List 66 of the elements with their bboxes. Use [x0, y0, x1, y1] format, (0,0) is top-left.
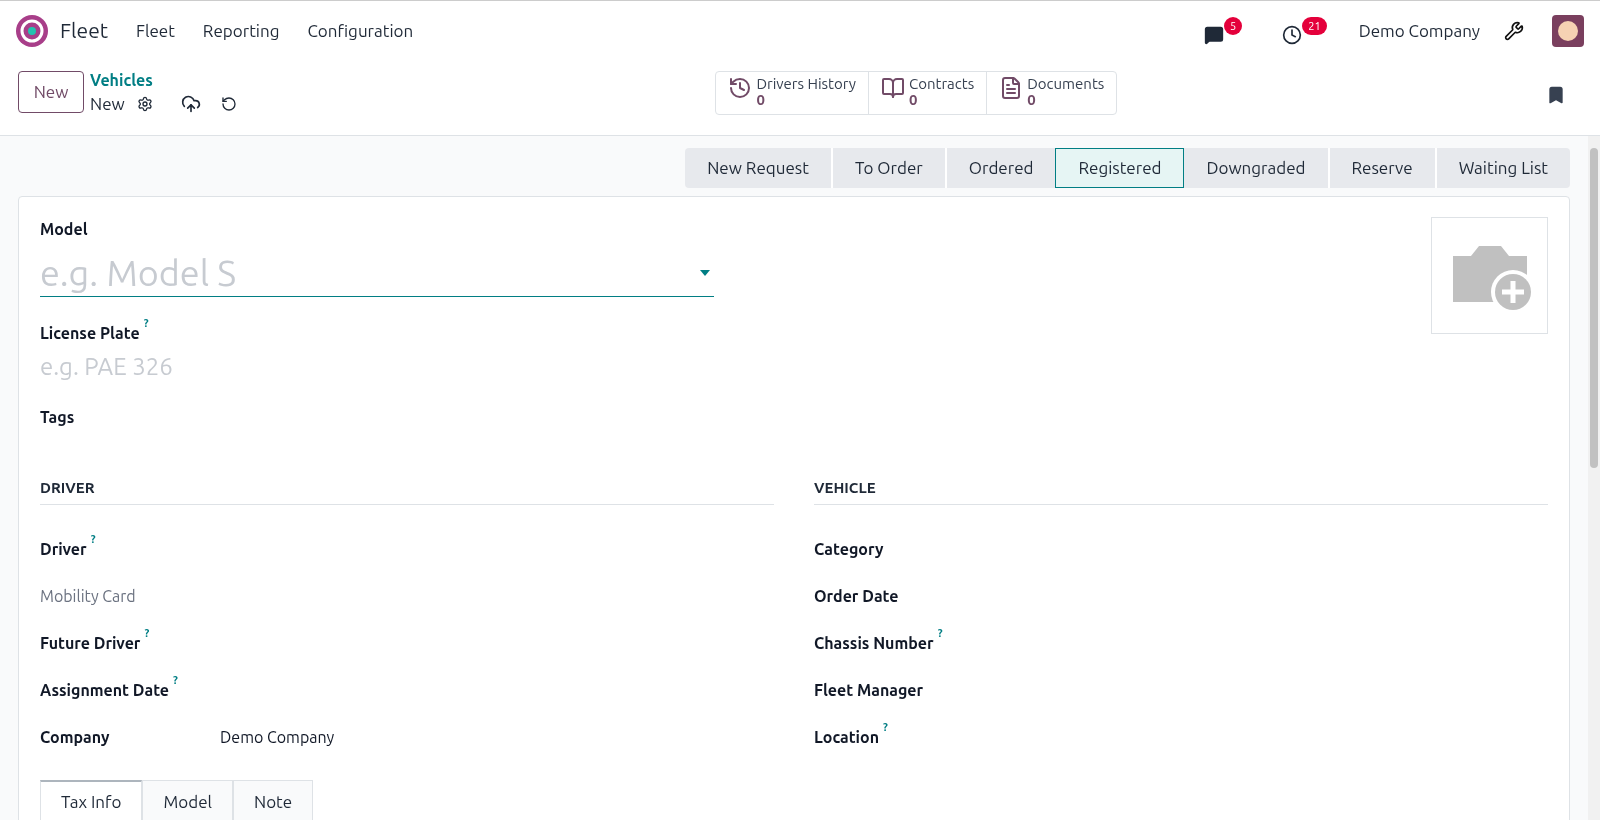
bookmark-icon[interactable]: [1546, 85, 1566, 105]
stage-button[interactable]: Reserve: [1327, 148, 1435, 188]
smart-button-label: Drivers History: [756, 76, 856, 92]
help-tooltip[interactable]: ?: [90, 532, 96, 545]
smart-button[interactable]: Documents 0: [986, 72, 1117, 114]
settings-icon[interactable]: [136, 95, 153, 112]
stage-button[interactable]: Downgraded: [1184, 148, 1328, 188]
help-tooltip[interactable]: ?: [173, 673, 178, 686]
stage-button[interactable]: Registered: [1055, 148, 1185, 188]
clock-icon: [1282, 25, 1303, 45]
field-label: Model: [40, 219, 89, 240]
save-icon[interactable]: [180, 93, 201, 114]
history-icon: [728, 76, 753, 100]
stage-button[interactable]: To Order: [830, 148, 945, 188]
company-switcher[interactable]: Demo Company: [1358, 18, 1480, 44]
field-value[interactable]: Demo Company: [220, 724, 335, 749]
notebook-tab[interactable]: Note: [233, 779, 314, 820]
user-avatar[interactable]: [1552, 15, 1584, 47]
smart-button-label: Contracts: [909, 76, 975, 92]
stage-button[interactable]: New Request: [685, 148, 831, 188]
notification-badge: 21: [1302, 17, 1327, 35]
scrollbar[interactable]: [1588, 136, 1600, 820]
menu-item[interactable]: Configuration: [307, 18, 414, 44]
app-name[interactable]: Fleet: [60, 15, 108, 47]
smart-button-count: 0: [909, 92, 918, 108]
chat-icon: [1204, 25, 1224, 45]
breadcrumb-link[interactable]: Vehicles: [90, 69, 237, 91]
smart-button[interactable]: Drivers History 0: [716, 72, 868, 114]
help-tooltip[interactable]: ?: [143, 317, 149, 329]
menu-item[interactable]: Reporting: [202, 18, 280, 44]
field-label: Category: [814, 538, 884, 560]
discard-icon[interactable]: [220, 95, 237, 112]
section-title: DRIVER: [40, 477, 774, 505]
tools-icon[interactable]: [1504, 21, 1524, 41]
field-label: Driver: [40, 538, 87, 560]
field-label: Chassis Number: [814, 632, 934, 654]
smart-button[interactable]: Contracts 0: [868, 72, 987, 114]
license-plate-field[interactable]: e.g. PAE 326: [40, 349, 714, 385]
help-tooltip[interactable]: ?: [883, 720, 888, 733]
menu-item[interactable]: Fleet: [136, 18, 175, 44]
field-label: Company: [40, 726, 110, 748]
field-label: Mobility Card: [40, 585, 136, 607]
field-label: Order Date: [814, 585, 899, 607]
field-label: Future Driver: [40, 632, 141, 654]
smart-button-label: Documents: [1027, 76, 1105, 92]
section-title: VEHICLE: [814, 477, 1548, 505]
notification-badge: 5: [1224, 17, 1243, 35]
activities-button[interactable]: [1282, 25, 1303, 45]
model-field[interactable]: e.g. Model S: [40, 249, 714, 297]
book-icon: [881, 76, 905, 100]
smart-button-count: 0: [756, 92, 765, 108]
field-label: Fleet Manager: [814, 679, 924, 701]
notebook-tab[interactable]: Model: [142, 779, 233, 820]
record-title: New: [90, 93, 125, 115]
notebook-tab[interactable]: Tax Info: [40, 779, 143, 820]
field-label: Location: [814, 726, 879, 748]
field-label: License Plate: [40, 323, 140, 344]
smart-button-count: 0: [1027, 92, 1036, 108]
help-tooltip[interactable]: ?: [144, 626, 150, 639]
dropdown-caret-icon: [700, 270, 710, 276]
help-tooltip[interactable]: ?: [937, 626, 943, 639]
messages-button[interactable]: [1204, 25, 1224, 45]
field-label: Assignment Date: [40, 679, 170, 701]
stage-button[interactable]: Waiting List: [1434, 148, 1570, 188]
new-button[interactable]: New: [18, 71, 84, 113]
field-label: Tags: [40, 407, 76, 428]
